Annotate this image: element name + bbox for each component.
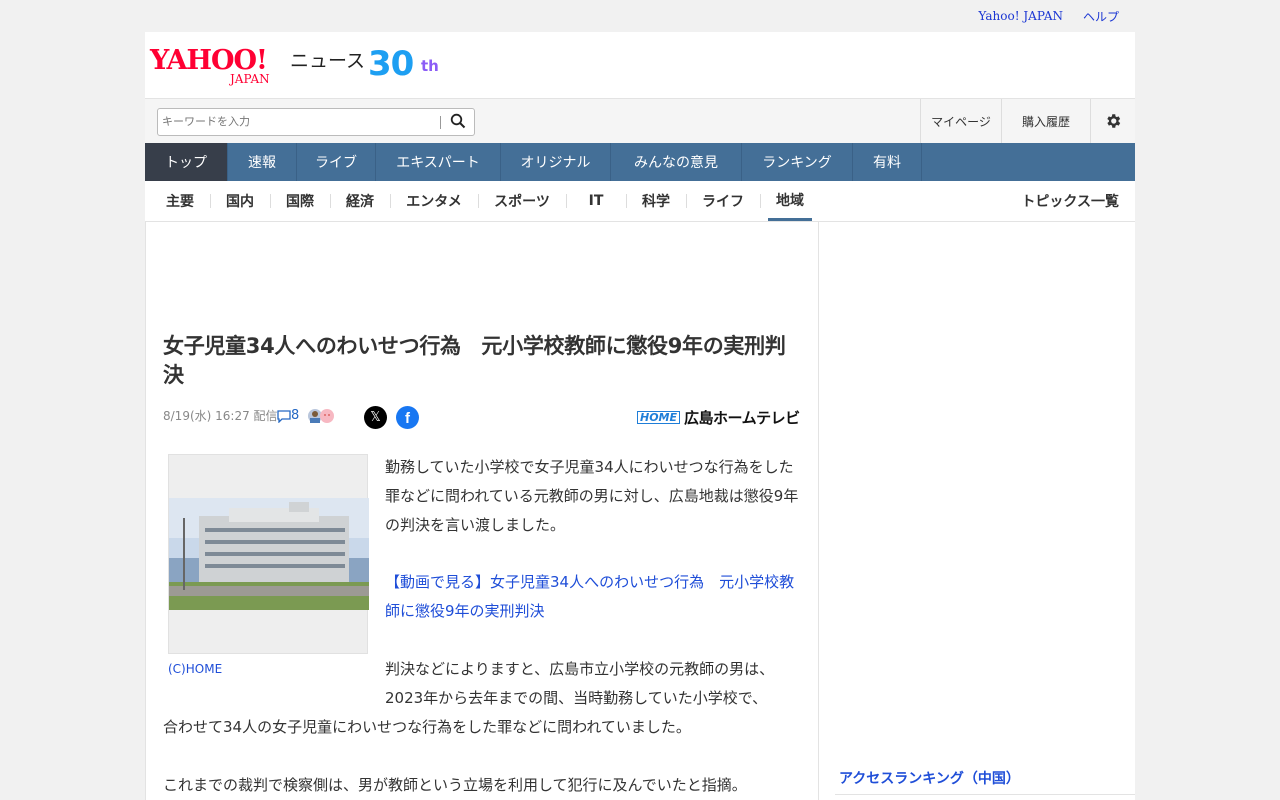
- publish-date: 8/19(水) 16:27: [163, 409, 250, 423]
- provider-logo[interactable]: HOME 広島ホームテレビ: [637, 408, 800, 427]
- facebook-icon: f: [405, 410, 410, 427]
- search-input[interactable]: [162, 112, 432, 132]
- provider-name: 広島ホームテレビ: [684, 408, 800, 427]
- comments-link[interactable]: 8: [277, 408, 299, 424]
- search-divider: [440, 116, 441, 129]
- article: 女子児童34人へのわいせつ行為 元小学校教師に懲役9年の実刑判決 8/19(水)…: [145, 222, 819, 800]
- article-paragraph: これまでの裁判で検察側は、男が教師という立場を利用して犯行に及んでいたと指摘。: [163, 776, 747, 794]
- gear-icon: [1107, 114, 1121, 128]
- category-life[interactable]: ライフ: [696, 181, 750, 221]
- category-sports[interactable]: スポーツ: [488, 181, 556, 221]
- category-international[interactable]: 国際: [280, 181, 320, 221]
- commenter-avatars: [307, 408, 337, 424]
- utility-bar: Yahoo! JAPAN ヘルプ: [145, 0, 1135, 32]
- mypage-button[interactable]: マイページ: [920, 99, 1001, 143]
- nav-top[interactable]: トップ: [145, 143, 228, 181]
- share-facebook-button[interactable]: f: [396, 406, 419, 429]
- brand-header: YAHOO! JAPAN ニュース: [145, 32, 1135, 98]
- yahoo-logo[interactable]: YAHOO! JAPAN: [150, 46, 292, 87]
- category-it[interactable]: IT: [576, 181, 616, 221]
- access-ranking-heading[interactable]: アクセスランキング（中国）: [835, 768, 1135, 795]
- search-button[interactable]: [446, 111, 470, 133]
- article-photo[interactable]: [168, 454, 369, 654]
- category-science[interactable]: 科学: [636, 181, 676, 221]
- purchase-history-button[interactable]: 購入履歴: [1001, 99, 1090, 143]
- category-nav: 主要 国内 国際 経済 エンタメ スポーツ IT 科学 ライフ 地域 トピックス…: [145, 181, 1135, 222]
- news-section-label[interactable]: ニュース: [290, 48, 365, 74]
- nav-ranking[interactable]: ランキング: [742, 143, 853, 181]
- publish-label: 配信: [253, 409, 278, 423]
- nav-opinions[interactable]: みんなの意見: [611, 143, 742, 181]
- nav-breaking[interactable]: 速報: [228, 143, 297, 181]
- category-local[interactable]: 地域: [768, 181, 812, 221]
- search-icon: [450, 113, 466, 128]
- nav-expert[interactable]: エキスパート: [376, 143, 501, 181]
- main-nav: トップ 速報 ライブ エキスパート オリジナル みんなの意見 ランキング 有料: [145, 143, 1135, 181]
- video-link[interactable]: 【動画で見る】女子児童34人へのわいせつ行為 元小学校教師に懲役9年の実刑判決: [385, 568, 807, 626]
- settings-button[interactable]: [1090, 99, 1135, 143]
- search-row: マイページ 購入履歴: [145, 98, 1135, 143]
- category-main[interactable]: 主要: [160, 181, 200, 221]
- photo-caption: (C)HOME: [168, 662, 223, 676]
- nav-original[interactable]: オリジナル: [501, 143, 611, 181]
- article-paragraph: 勤務していた小学校で女子児童34人にわいせつな行為をした罪などに問われている元教…: [385, 458, 799, 534]
- topics-list-link[interactable]: トピックス一覧: [1021, 181, 1119, 221]
- account-buttons: マイページ 購入履歴: [920, 99, 1135, 143]
- provider-home-mark: HOME: [637, 410, 681, 424]
- nav-live[interactable]: ライブ: [297, 143, 376, 181]
- article-title: 女子児童34人へのわいせつ行為 元小学校教師に懲役9年の実刑判決: [163, 334, 786, 387]
- article-paragraph: 合わせて34人の女子児童にわいせつな行為をした罪などに問われていました。: [163, 718, 691, 736]
- page: Yahoo! JAPAN ヘルプ YAHOO! JAPAN ニュース 30 th…: [145, 0, 1135, 800]
- building-photo: [169, 498, 369, 610]
- article-meta: 8/19(水) 16:27 配信: [163, 408, 278, 424]
- x-icon: 𝕏: [370, 410, 381, 425]
- help-link[interactable]: ヘルプ: [1083, 8, 1119, 25]
- comment-count: 8: [291, 408, 300, 423]
- share-x-button[interactable]: 𝕏: [364, 406, 387, 429]
- comment-icon: [277, 409, 291, 423]
- anniversary-badge: 30 th: [368, 44, 439, 84]
- search-box: [157, 108, 475, 136]
- yahoo-japan-link[interactable]: Yahoo! JAPAN: [978, 9, 1063, 23]
- category-domestic[interactable]: 国内: [220, 181, 260, 221]
- nav-paid[interactable]: 有料: [853, 143, 922, 181]
- category-economy[interactable]: 経済: [340, 181, 380, 221]
- category-entertainment[interactable]: エンタメ: [400, 181, 468, 221]
- article-paragraph: 判決などによりますと、広島市立小学校の元教師の男は、2023年から去年までの間、…: [385, 660, 775, 707]
